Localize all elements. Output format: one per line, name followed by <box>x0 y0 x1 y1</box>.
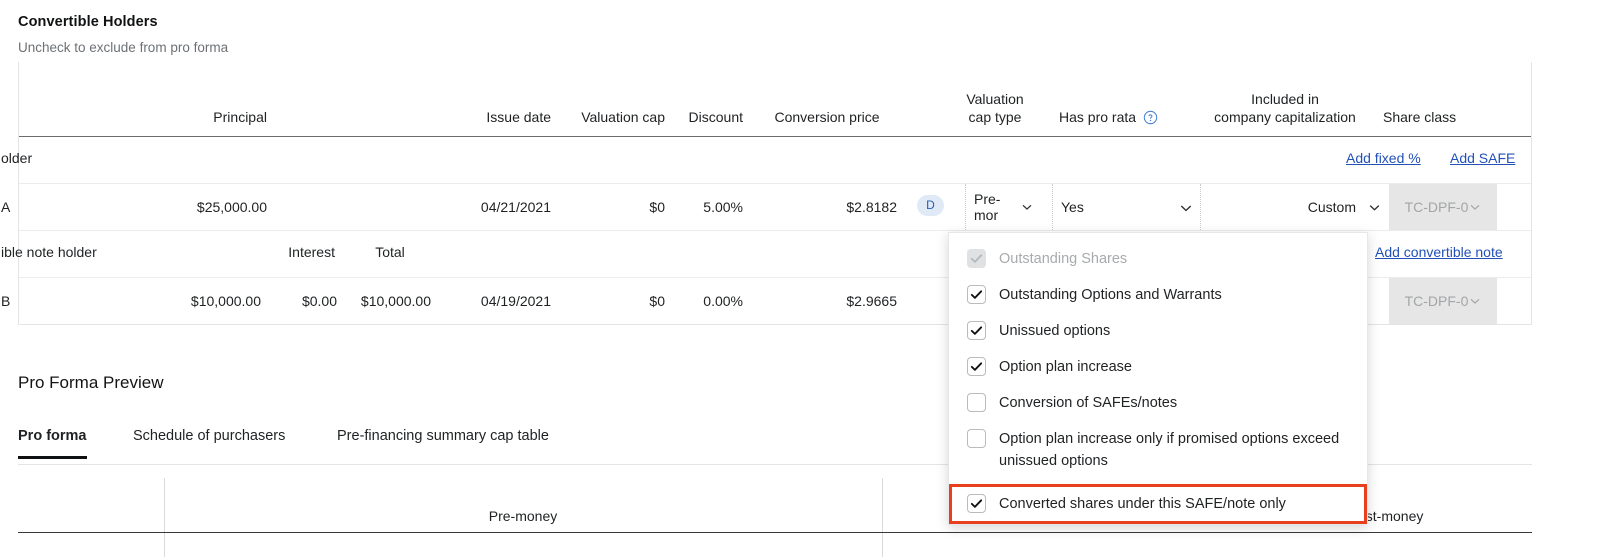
tab-pro-forma[interactable]: Pro forma <box>18 428 87 459</box>
convertible-holders-header: Convertible Holders Uncheck to exclude f… <box>18 12 228 58</box>
tab-pre-financing-summary-cap-table[interactable]: Pre-financing summary cap table <box>337 428 549 456</box>
checkbox-checked-icon[interactable] <box>967 494 986 513</box>
chevron-down-icon <box>1179 201 1192 213</box>
note-interest: $0.00 <box>301 293 337 309</box>
chevron-down-icon <box>1021 201 1033 213</box>
safe-conversion-price: $2.8182 <box>846 199 897 215</box>
included-in-company-capitalization-menu: Outstanding Shares Outstanding Options a… <box>948 232 1368 525</box>
note-valuation-cap: $0 <box>649 293 665 309</box>
chevron-down-icon <box>1469 201 1481 213</box>
safe-issue-date: 04/21/2021 <box>480 199 551 215</box>
valuation-cap-type-select[interactable]: Pre-mor <box>965 184 1041 230</box>
share-class-select: TC-DPF-0 <box>1389 278 1497 324</box>
has-pro-rata-label: Has pro rata <box>1059 109 1137 125</box>
valuation-cap-type-line1: Valuation <box>966 91 1024 107</box>
column-header-share-class: Share class <box>1383 109 1457 125</box>
table-row: A $25,000.00 04/21/2021 $0 5.00% $2.8182… <box>1 184 1531 231</box>
menu-item-label: Conversion of SAFEs/notes <box>999 395 1178 411</box>
note-principal: $10,000.00 <box>190 293 261 309</box>
tab-schedule-of-purchasers[interactable]: Schedule of purchasers <box>133 428 285 456</box>
checkbox-unchecked-icon[interactable] <box>967 393 986 412</box>
note-holder-name: B <box>1 293 11 309</box>
valuation-cap-type-value: Pre-mor <box>974 191 1001 223</box>
column-header-valuation-cap: Valuation cap <box>581 109 665 125</box>
share-class-select: TC-DPF-0 <box>1389 184 1497 230</box>
safe-principal: $25,000.00 <box>196 199 267 215</box>
menu-item-unissued-options[interactable]: Unissued options <box>949 313 1367 349</box>
checkbox-checked-icon[interactable] <box>967 321 986 340</box>
pro-forma-preview-title: Pro Forma Preview <box>18 373 164 392</box>
share-class-value: TC-DPF-0 <box>1404 293 1469 309</box>
help-circle-icon[interactable] <box>1143 110 1158 125</box>
menu-item-converted-shares-under-this-safe-note-only[interactable]: Converted shares under this SAFE/note on… <box>949 484 1367 524</box>
table-divider <box>882 478 883 532</box>
note-total: $10,000.00 <box>360 293 431 309</box>
checkbox-unchecked-icon[interactable] <box>967 429 986 448</box>
chevron-down-icon <box>1368 201 1380 213</box>
note-conversion-price: $2.9665 <box>846 293 897 309</box>
included-line1: Included in <box>1251 91 1319 107</box>
column-header-issue-date: Issue date <box>486 109 551 125</box>
menu-item-option-plan-increase[interactable]: Option plan increase <box>949 349 1367 385</box>
column-header-total: Total <box>375 244 405 260</box>
menu-item-outstanding-options-and-warrants[interactable]: Outstanding Options and Warrants <box>949 277 1367 313</box>
safe-discount: 5.00% <box>703 199 743 215</box>
column-header-conversion-price: Conversion price <box>774 109 880 125</box>
column-header-interest: Interest <box>288 244 335 260</box>
page-subtitle: Uncheck to exclude from pro forma <box>18 40 229 55</box>
note-discount: 0.00% <box>703 293 743 309</box>
pro-forma-table-body <box>18 533 1532 557</box>
add-convertible-note-link[interactable]: Add convertible note <box>1375 244 1503 260</box>
status-badge: D <box>917 195 944 216</box>
menu-item-conversion-of-safes-notes[interactable]: Conversion of SAFEs/notes <box>949 385 1367 421</box>
valuation-cap-type-line2: cap type <box>968 109 1022 125</box>
menu-item-label: Unissued options <box>999 323 1111 339</box>
table-divider <box>164 533 165 557</box>
share-class-value: TC-DPF-0 <box>1404 199 1469 215</box>
included-in-company-capitalization-value: Custom <box>1307 199 1356 215</box>
note-issue-date: 04/19/2021 <box>480 293 551 309</box>
page-title: Convertible Holders <box>18 14 158 30</box>
included-line2: company capitalization <box>1214 109 1356 125</box>
safe-valuation-cap: $0 <box>649 199 665 215</box>
menu-item-label: Outstanding Options and Warrants <box>999 287 1222 303</box>
checkbox-checked-icon[interactable] <box>967 357 986 376</box>
column-header-principal: Principal <box>213 109 267 125</box>
column-header-discount: Discount <box>688 109 743 125</box>
table-divider <box>882 533 883 557</box>
column-header-has-pro-rata: Has pro rata <box>1059 108 1158 126</box>
menu-item-label: Option plan increase <box>999 359 1132 375</box>
checkbox-checked-icon[interactable] <box>967 285 986 304</box>
safe-holder-name: A <box>1 199 11 215</box>
has-pro-rata-select[interactable]: Yes <box>1052 184 1199 230</box>
safe-group-subheader: older Add fixed % Add SAFE <box>1 137 1531 184</box>
menu-item-outstanding-shares: Outstanding Shares <box>949 241 1367 277</box>
menu-item-option-plan-increase-only-if-promised[interactable]: Option plan increase only if promised op… <box>949 421 1367 479</box>
included-in-company-capitalization-select[interactable]: Custom <box>1200 184 1388 230</box>
add-fixed-percent-link[interactable]: Add fixed % <box>1346 150 1421 166</box>
add-safe-link[interactable]: Add SAFE <box>1450 150 1515 166</box>
menu-item-label: Converted shares under this SAFE/note on… <box>999 496 1286 512</box>
column-header-included-in-company-capitalization: Included in company capitalization <box>1191 90 1379 126</box>
table-header-row: Principal Issue date Valuation cap Disco… <box>19 62 1531 137</box>
column-header-valuation-cap-type: Valuation cap type <box>949 90 1041 126</box>
menu-item-label: Outstanding Shares <box>999 251 1128 267</box>
menu-item-label: Option plan increase only if promised op… <box>999 431 1340 469</box>
note-group-label: ible note holder <box>1 244 97 260</box>
has-pro-rata-value: Yes <box>1061 199 1084 215</box>
column-header-pre-money: Pre-money <box>488 508 558 524</box>
checkbox-checked-disabled-icon <box>967 249 986 268</box>
safe-group-label: older <box>1 150 33 166</box>
chevron-down-icon <box>1469 295 1481 307</box>
